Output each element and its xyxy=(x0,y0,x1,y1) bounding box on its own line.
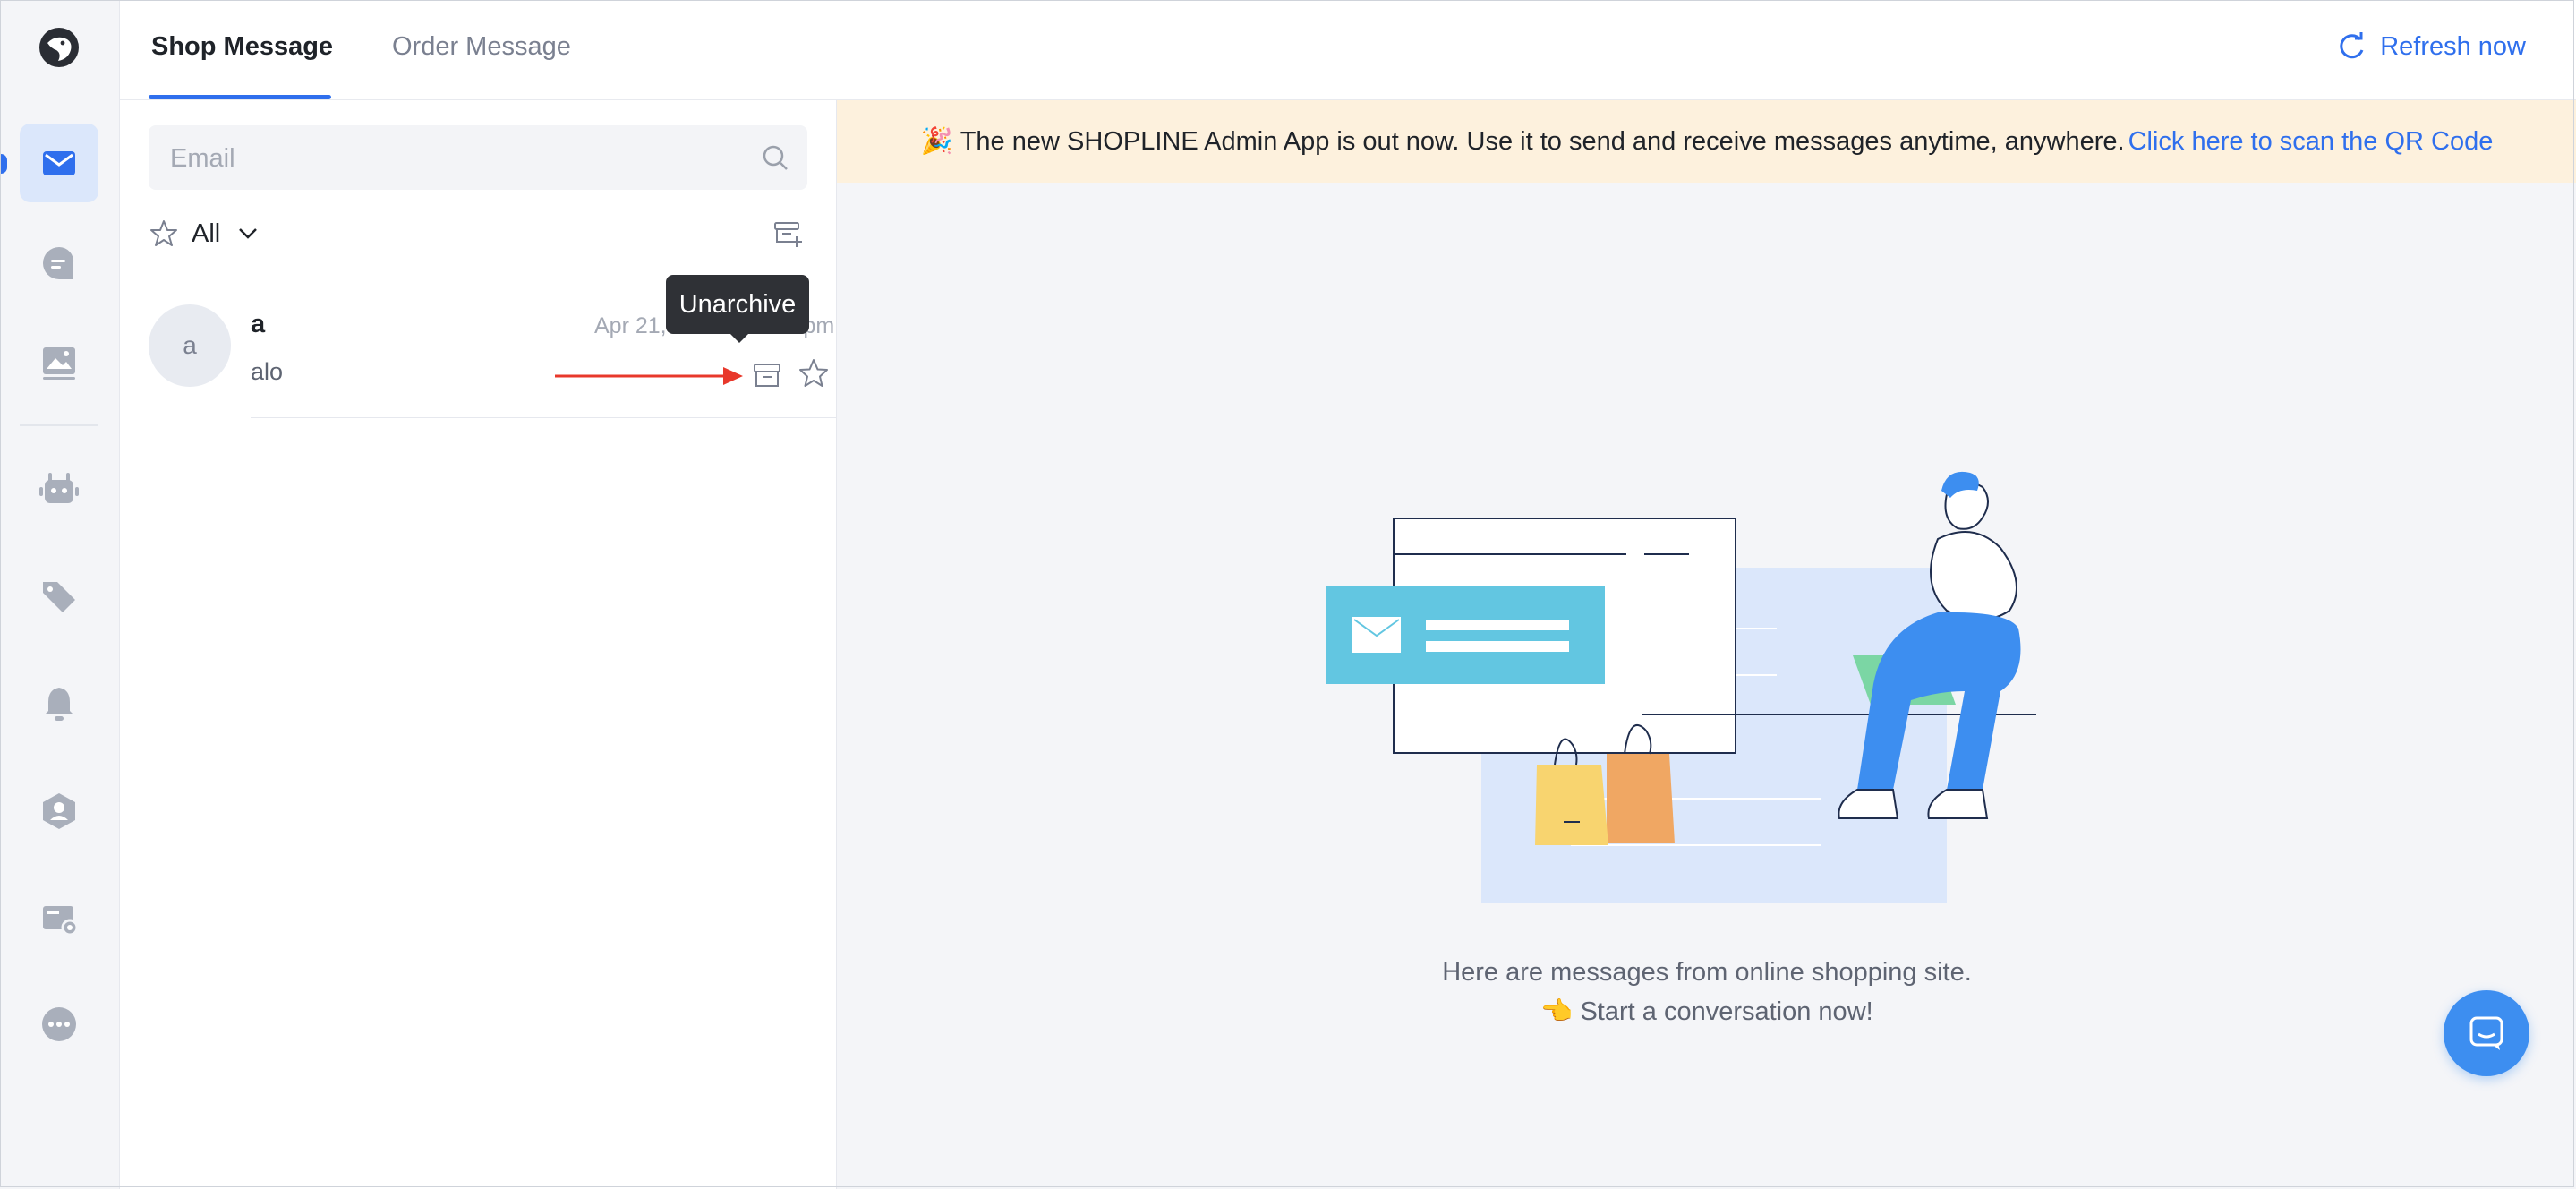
banner-text: The new SHOPLINE Admin App is out now. U… xyxy=(960,126,2125,156)
rail-media[interactable] xyxy=(20,322,98,401)
rail-chat[interactable] xyxy=(20,224,98,303)
avatar: a xyxy=(149,304,231,387)
tag-icon xyxy=(43,582,75,612)
filter-dropdown[interactable]: All xyxy=(149,218,263,249)
rail-divider xyxy=(20,424,98,426)
active-indicator xyxy=(0,154,7,174)
filter-label: All xyxy=(192,218,221,248)
star-outline-icon xyxy=(150,220,177,246)
search-icon[interactable] xyxy=(761,143,789,172)
top-header: Shop Message Order Message Refresh now xyxy=(120,0,2576,100)
empty-state-line-2: 👈 Start a conversation now! xyxy=(1540,997,1873,1026)
rail-bot[interactable] xyxy=(20,449,98,528)
image-icon xyxy=(43,347,75,380)
search-input[interactable] xyxy=(168,125,745,192)
rail-more[interactable] xyxy=(20,985,98,1064)
conversation-name: a xyxy=(251,310,266,338)
main-panel: 🎉 The new SHOPLINE Admin App is out now.… xyxy=(836,100,2576,1189)
rail-contacts[interactable] xyxy=(20,772,98,851)
contact-icon xyxy=(43,793,75,829)
party-emoji: 🎉 xyxy=(920,127,953,156)
empty-state-text: Here are messages from online shopping s… xyxy=(837,953,2576,1031)
red-arrow-annotation xyxy=(555,367,743,385)
rail-mail[interactable] xyxy=(20,124,98,202)
unarchive-icon[interactable] xyxy=(750,358,784,392)
chevron-down-icon xyxy=(239,228,258,239)
settings-card-icon xyxy=(43,906,79,937)
unarchive-tooltip: Unarchive xyxy=(666,275,809,343)
active-tab-underline xyxy=(149,95,331,99)
conversation-preview: alo xyxy=(251,358,284,385)
rail-notifications[interactable] xyxy=(20,664,98,743)
chat-icon xyxy=(42,246,74,279)
qr-code-link[interactable]: Click here to scan the QR Code xyxy=(2128,127,2494,157)
rail-card-settings[interactable] xyxy=(20,879,98,958)
refresh-label: Refresh now xyxy=(2380,31,2526,61)
tab-order-message[interactable]: Order Message xyxy=(392,32,571,62)
empty-state-illustration xyxy=(1326,471,2036,903)
tab-shop-message[interactable]: Shop Message xyxy=(151,32,333,62)
search-box xyxy=(149,125,807,192)
chat-bubble-icon xyxy=(2469,1016,2503,1050)
bell-icon xyxy=(45,688,73,721)
logo-icon[interactable] xyxy=(38,27,80,68)
refresh-button[interactable]: Refresh now xyxy=(2335,30,2526,63)
rail-tags[interactable] xyxy=(20,557,98,636)
mail-icon xyxy=(43,151,75,175)
star-icon[interactable] xyxy=(797,356,831,390)
more-icon xyxy=(42,1007,76,1041)
left-rail xyxy=(0,0,120,1189)
conversation-list-panel: All a a Apr 21, 2022 at 3:47 pm alo xyxy=(120,100,836,1189)
app-banner: 🎉 The new SHOPLINE Admin App is out now.… xyxy=(837,100,2576,183)
robot-icon xyxy=(39,473,79,503)
empty-state-line-1: Here are messages from online shopping s… xyxy=(1442,958,1972,987)
chat-support-button[interactable] xyxy=(2444,990,2529,1076)
refresh-icon xyxy=(2340,32,2364,59)
archive-add-icon[interactable] xyxy=(772,217,804,249)
conversation-divider xyxy=(251,417,836,418)
